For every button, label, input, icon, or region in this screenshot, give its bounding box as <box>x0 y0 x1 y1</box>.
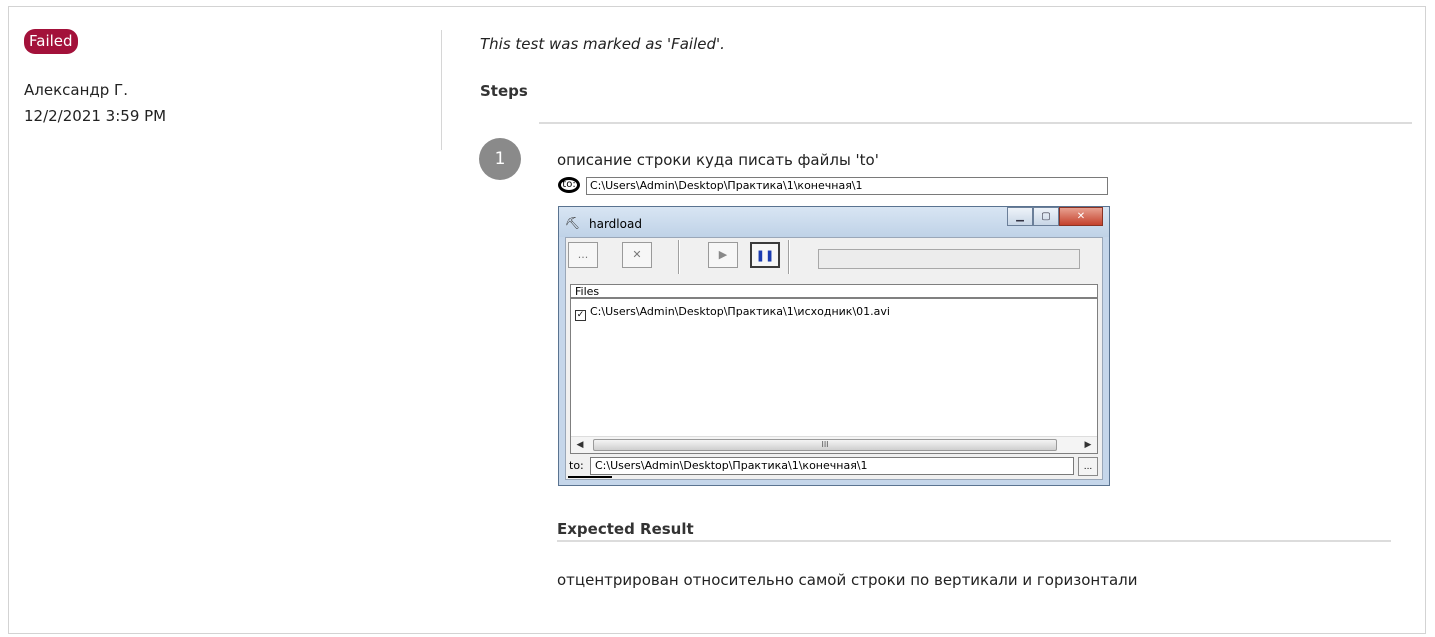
toolbar-play-button: ▶ <box>708 242 738 268</box>
step-description: описание строки куда писать файлы 'to' <box>557 151 879 169</box>
to-path-field-top: C:\Users\Admin\Desktop\Практика\1\конечн… <box>586 177 1108 195</box>
to-label-underline <box>568 476 612 478</box>
step-number-badge: 1 <box>479 138 521 180</box>
window-titlebar: ⛏ hardload ▁ ▢ ✕ <box>559 207 1109 237</box>
window-client-area: ... ✕ ▶ ❚❚ Files ✓ C:\Users\Admin\Desktop… <box>565 237 1103 480</box>
to-label-circled: to: <box>558 177 580 193</box>
checkbox-checked-icon: ✓ <box>575 310 586 321</box>
toolbar-separator <box>788 240 790 274</box>
result-message: This test was marked as 'Failed'. <box>480 35 725 53</box>
to-browse-button: ... <box>1078 457 1098 476</box>
window-controls: ▁ ▢ ✕ <box>1007 207 1103 227</box>
window-toolbar: ... ✕ ▶ ❚❚ <box>566 238 1102 278</box>
hardload-window: ⛏ hardload ▁ ▢ ✕ ... ✕ ▶ ❚❚ Files ✓ C:\U… <box>558 206 1110 486</box>
vertical-divider <box>441 30 442 150</box>
files-column-header: Files <box>571 285 1097 299</box>
step-screenshot[interactable]: to: C:\Users\Admin\Desktop\Практика\1\ко… <box>557 174 1111 486</box>
steps-divider <box>539 122 1412 124</box>
status-badge: Failed <box>24 29 78 54</box>
file-path: C:\Users\Admin\Desktop\Практика\1\исходн… <box>590 305 890 318</box>
scroll-thumb: III <box>593 439 1057 451</box>
author-name: Александр Г. <box>24 81 128 99</box>
minimize-icon: ▁ <box>1007 207 1033 226</box>
scroll-right-icon: ▶ <box>1084 440 1092 450</box>
shovel-icon: ⛏ <box>565 216 581 230</box>
steps-heading: Steps <box>480 82 528 100</box>
horizontal-scrollbar: ◀ III ▶ <box>571 436 1097 453</box>
toolbar-pause-button: ❚❚ <box>750 242 780 268</box>
list-item: ✓ C:\Users\Admin\Desktop\Практика\1\исход… <box>575 305 890 321</box>
expected-result-divider <box>557 540 1391 542</box>
scroll-left-icon: ◀ <box>576 440 584 450</box>
toolbar-browse-button: ... <box>568 242 598 268</box>
to-label-bottom: to: <box>569 459 584 472</box>
result-date: 12/2/2021 3:59 PM <box>24 107 167 125</box>
toolbar-remove-button: ✕ <box>622 242 652 268</box>
close-icon: ✕ <box>1059 207 1103 226</box>
files-list: Files ✓ C:\Users\Admin\Desktop\Практика\1… <box>570 284 1098 454</box>
expected-result-heading: Expected Result <box>557 520 694 538</box>
window-title: hardload <box>589 217 642 231</box>
screenshot-top-row: to: C:\Users\Admin\Desktop\Практика\1\ко… <box>557 174 1111 198</box>
to-path-field-bottom: C:\Users\Admin\Desktop\Практика\1\конечн… <box>590 457 1074 475</box>
progress-bar <box>818 249 1080 269</box>
toolbar-separator <box>678 240 680 274</box>
maximize-icon: ▢ <box>1033 207 1059 226</box>
expected-result-text: отцентрирован относительно самой строки … <box>557 571 1138 589</box>
